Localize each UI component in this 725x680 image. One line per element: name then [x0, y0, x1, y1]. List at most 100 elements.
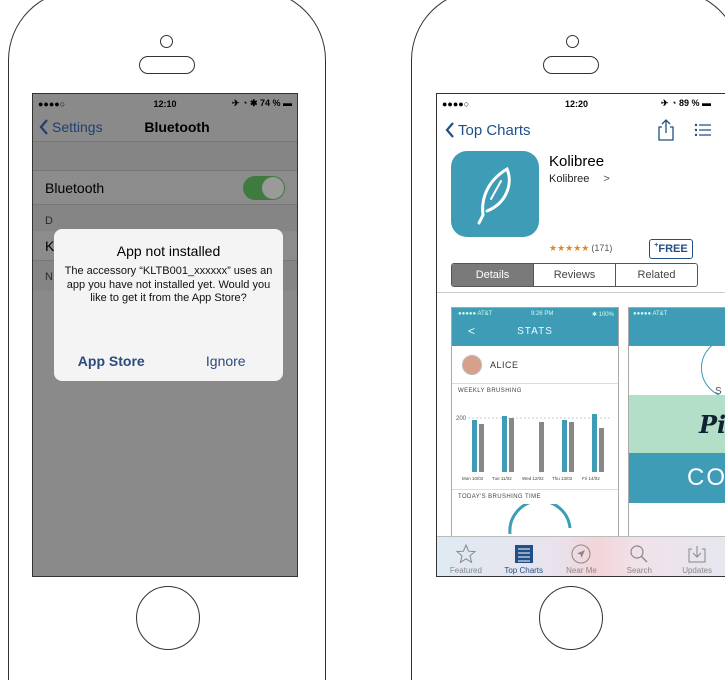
signal-indicator: ●●●●○ [38, 98, 66, 109]
plus-icon: + [654, 241, 659, 249]
bluetooth-toggle[interactable] [243, 175, 285, 200]
tab-reviews[interactable]: Reviews [534, 264, 616, 286]
coach-banner: CO [629, 453, 725, 503]
app-store-screen: ●●●●○ 12:20 ✈ ◔ 89 % ▬ Top Charts Kolibr… [436, 93, 725, 577]
speaker-grille [543, 56, 599, 74]
front-camera [160, 35, 173, 48]
todays-brushing-label: TODAY'S BRUSHING TIME [452, 489, 618, 504]
alert-buttons: App Store Ignore [54, 341, 283, 381]
tab-near-me[interactable]: Near Me [553, 537, 611, 576]
day-label: Tue 11/02 [492, 476, 512, 481]
chart-bar [562, 420, 567, 472]
tab-updates[interactable]: Updates [668, 537, 725, 576]
home-button[interactable] [539, 586, 603, 650]
tab-label: Search [626, 566, 652, 575]
stats-title: STATS [517, 326, 553, 337]
feather-icon [477, 166, 511, 225]
back-button[interactable]: Settings [33, 119, 103, 135]
nav-bar: Settings Bluetooth [33, 113, 297, 141]
mini-status-bar: ●●●●● AT&T 9:26 PM ✱ 100% [458, 311, 614, 318]
home-button[interactable] [136, 586, 200, 650]
day-label: Fri 14/02 [582, 476, 600, 481]
free-label: FREE [658, 243, 688, 255]
chevron-left-icon [39, 119, 48, 135]
tab-top-charts[interactable]: Top Charts [495, 537, 553, 576]
app-not-installed-alert: App not installed The accessory “KLTB001… [54, 229, 283, 381]
alert-message: The accessory “KLTB001_xxxxxx” uses an a… [64, 265, 273, 304]
divider [437, 292, 725, 293]
segmented-control: Details Reviews Related [451, 263, 698, 287]
chart-bar [599, 428, 604, 472]
day-label: Mon 10/02 [462, 476, 484, 481]
section-spacer [33, 141, 297, 171]
app-store-button[interactable]: App Store [54, 341, 169, 381]
star-outline-icon [455, 544, 476, 564]
chart-bar [569, 422, 574, 472]
chart-bar [539, 422, 544, 472]
tab-featured[interactable]: Featured [437, 537, 495, 576]
chevron-left-icon [445, 122, 454, 138]
mini-carrier: ●●●●● AT&T [458, 311, 493, 317]
search-icon [630, 545, 648, 563]
rating-count: (171) [591, 243, 613, 253]
location-arrow-icon [571, 544, 591, 564]
kolibree-app-icon [451, 151, 539, 237]
chart-bar [509, 418, 514, 472]
app-name: Kolibree [549, 153, 605, 170]
avatar [462, 354, 482, 375]
back-label: Settings [52, 119, 103, 135]
device-name: K [45, 237, 55, 254]
rating: ★★★★★ (171) [549, 243, 612, 254]
tab-label: Updates [682, 566, 712, 575]
back-button[interactable]: Top Charts [437, 122, 531, 139]
user-name: ALICE [490, 359, 519, 370]
day-label: Thu 13/02 [552, 476, 573, 481]
day-label: Wed 12/02 [522, 476, 544, 481]
developer-name: Kolibree [549, 173, 590, 185]
user-row: ALICE [452, 346, 618, 384]
developer-link[interactable]: Kolibree > [549, 173, 610, 185]
tab-label: Near Me [566, 566, 597, 575]
mini-carrier: ●●●●● AT&T [633, 311, 668, 317]
status-bar: ●●●●○ 12:10 ✈ ◔ ✱ 74 % ▬ [33, 94, 297, 113]
chevron-right-icon: > [603, 173, 610, 185]
chart-bar [472, 420, 477, 472]
screenshot-2-header: ●●●●● AT&T [629, 308, 725, 346]
weekly-brushing-label: WEEKLY BRUSHING [458, 388, 522, 394]
nav-bar: Top Charts [437, 113, 725, 147]
status-bar: ●●●●○ 12:20 ✈ ◔ 89 % ▬ [437, 94, 725, 113]
alert-title: App not installed [116, 243, 221, 259]
download-tray-icon [688, 546, 706, 563]
brushing-time-ring [508, 499, 572, 535]
tab-details[interactable]: Details [452, 264, 534, 286]
devices-header: D [33, 205, 297, 231]
chart-bar [479, 424, 484, 472]
speaker-grille [139, 56, 195, 74]
tab-label: Top Charts [504, 566, 544, 575]
nav-actions [658, 119, 712, 141]
battery-indicator: ✈ ◔ ✱ 74 % ▬ [231, 98, 293, 108]
back-label: Top Charts [458, 121, 531, 139]
script-banner: Pi [629, 395, 725, 453]
share-icon[interactable] [658, 119, 674, 141]
list-numbered-icon [514, 545, 533, 563]
chart-bar [502, 416, 507, 472]
battery-indicator: ✈ ◔ 89 % ▬ [661, 98, 712, 108]
status-time: 12:20 [564, 98, 589, 109]
bluetooth-settings-screen: ●●●●○ 12:10 ✈ ◔ ✱ 74 % ▬ Settings Blueto… [32, 93, 298, 577]
app-screenshot-2[interactable]: ●●●●● AT&T S Pi CO [628, 307, 725, 539]
ignore-button[interactable]: Ignore [169, 341, 284, 381]
tab-related[interactable]: Related [616, 264, 697, 286]
stats-header: ●●●●● AT&T 9:26 PM ✱ 100% < STATS [452, 308, 618, 346]
signal-indicator: ●●●●○ [442, 98, 470, 109]
front-camera [566, 35, 579, 48]
app-screenshot-1[interactable]: ●●●●● AT&T 9:26 PM ✱ 100% < STATS ALICE … [451, 307, 619, 539]
tab-search[interactable]: Search [610, 537, 668, 576]
bluetooth-row: Bluetooth [33, 171, 297, 205]
free-button[interactable]: + FREE [649, 239, 693, 259]
mini-time: 9:26 PM [530, 311, 554, 317]
weekly-brushing-chart: 200 Mon 10/02 Tue 11/02 Wed 12/02 Thu 13… [456, 414, 612, 481]
bluetooth-label: Bluetooth [45, 179, 105, 196]
list-icon[interactable] [694, 123, 712, 137]
status-time: 12:10 [153, 98, 177, 109]
